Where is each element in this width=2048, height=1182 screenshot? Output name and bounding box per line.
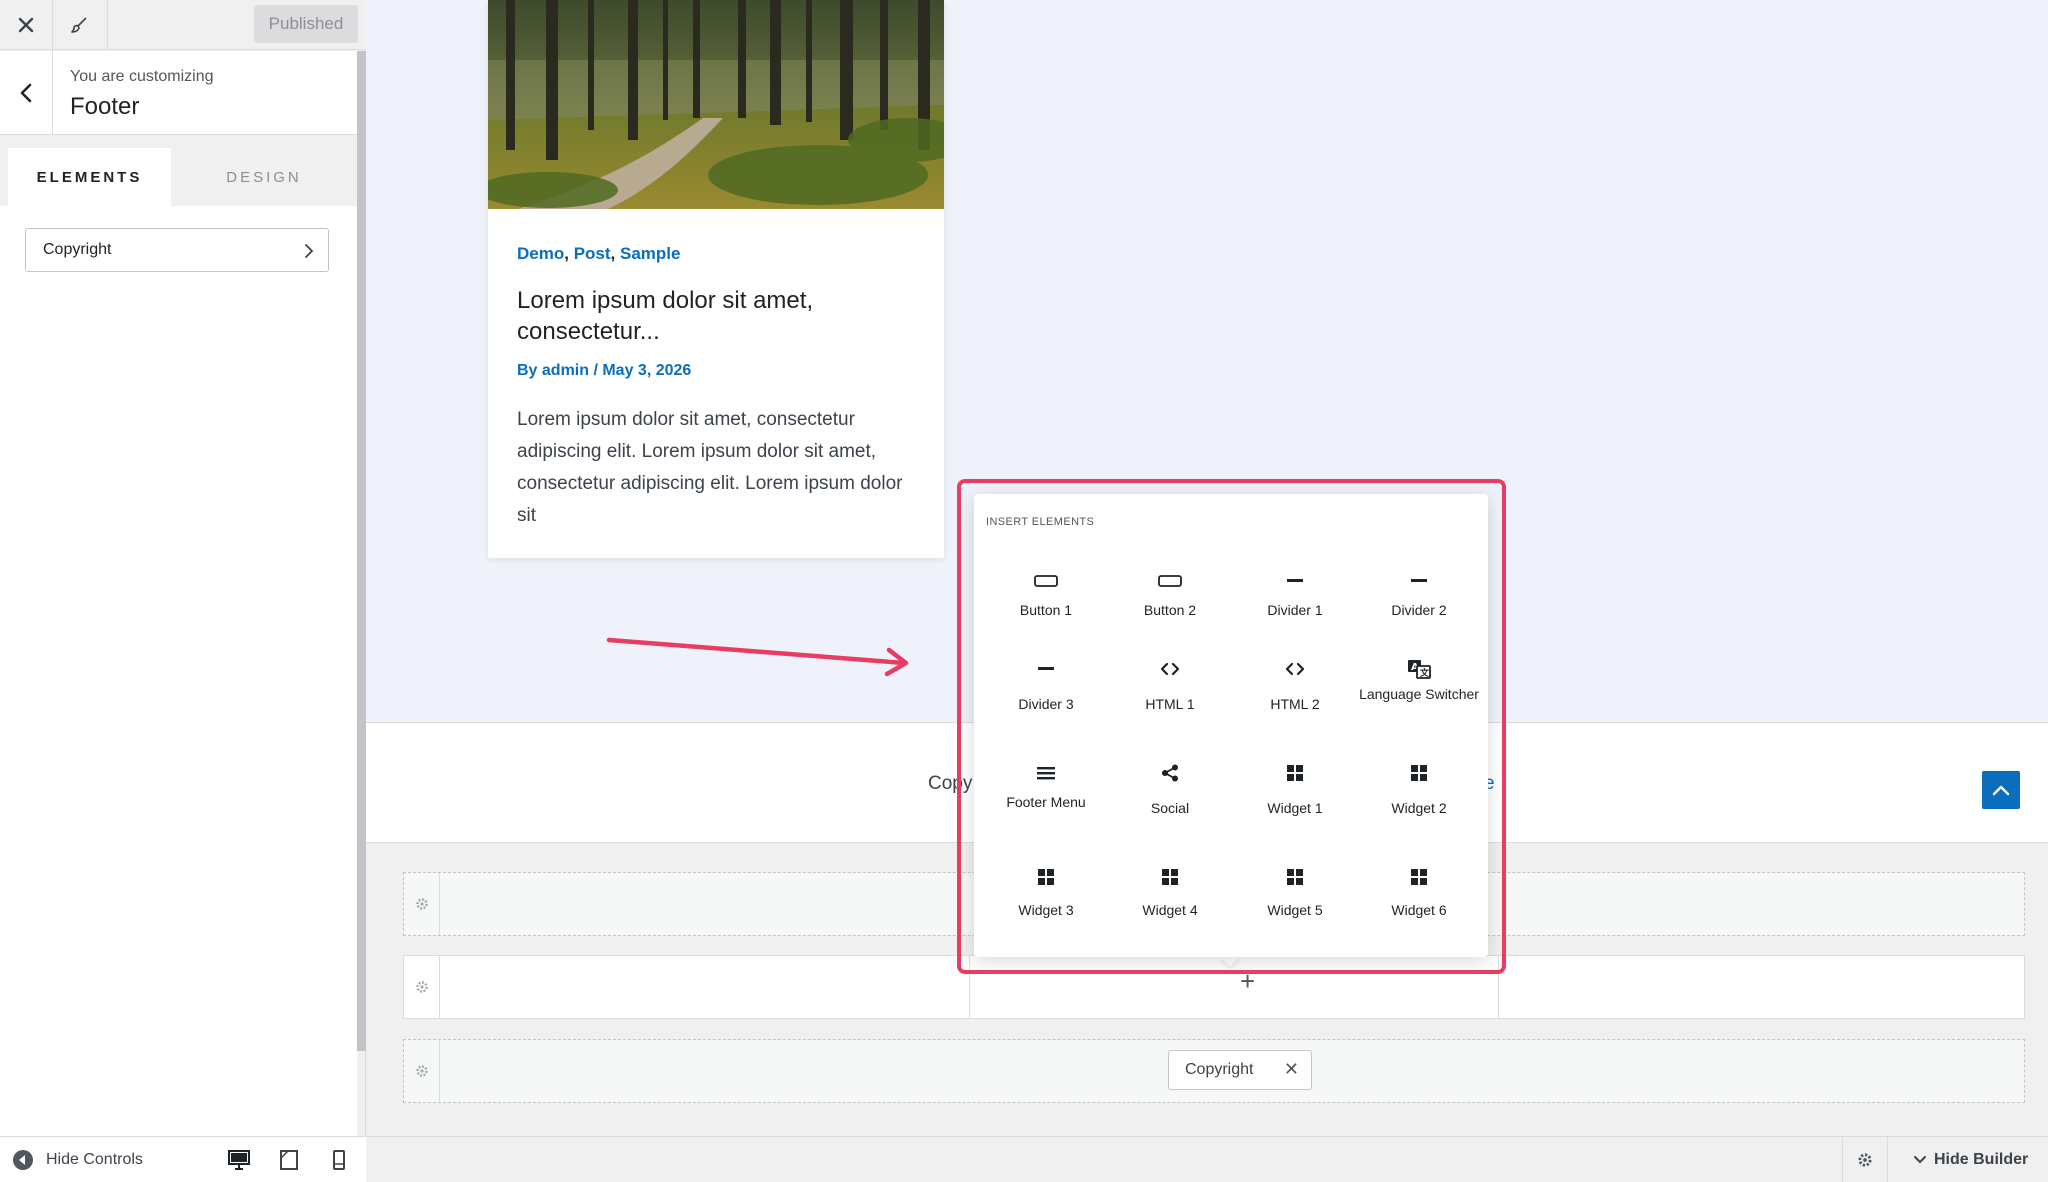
highlight-frame xyxy=(957,479,1506,974)
customizing-label: You are customizing xyxy=(70,68,214,85)
mobile-preview-button[interactable] xyxy=(326,1147,352,1173)
chevron-up-icon xyxy=(1992,785,2010,796)
category-link[interactable]: Sample xyxy=(620,244,680,263)
desktop-icon xyxy=(228,1150,250,1170)
gear-icon xyxy=(415,898,428,910)
forest-image xyxy=(488,0,944,209)
scroll-to-top-button[interactable] xyxy=(1982,771,2020,809)
back-button[interactable] xyxy=(0,51,53,135)
sidebar-topbar: Published xyxy=(0,0,366,50)
gear-icon xyxy=(415,981,428,993)
section-title: Footer xyxy=(70,93,140,120)
chevron-left-icon xyxy=(20,83,32,103)
post-title[interactable]: Lorem ipsum dolor sit amet, consectetur.… xyxy=(517,285,917,347)
post-categories: Demo, Post, Sample xyxy=(517,244,681,263)
hide-builder-button[interactable]: Hide Builder xyxy=(1914,1151,2028,1169)
chevron-right-icon xyxy=(305,244,313,258)
builder-bottom-bar: Hide Builder xyxy=(366,1136,2048,1182)
chevron-down-icon xyxy=(1914,1156,1926,1164)
sidebar-scrollbar[interactable] xyxy=(357,51,366,1051)
customizer-sidebar: Published You are customizing Footer ELE… xyxy=(0,0,366,1182)
sidebar-item-label: Copyright xyxy=(43,241,112,258)
post-card: Demo, Post, Sample Lorem ipsum dolor sit… xyxy=(488,0,944,558)
desktop-preview-button[interactable] xyxy=(226,1147,252,1173)
sidebar-footer: Hide Controls xyxy=(0,1136,366,1182)
customize-brush-button[interactable] xyxy=(53,0,108,50)
remove-element-icon[interactable]: ✕ xyxy=(1284,1059,1299,1080)
close-button[interactable] xyxy=(0,0,53,50)
row-settings-button[interactable] xyxy=(404,1040,440,1102)
gear-icon xyxy=(1858,1153,1872,1167)
chip-label: Copyright xyxy=(1185,1061,1254,1078)
collapse-arrow-icon xyxy=(13,1150,33,1170)
sidebar-item-copyright[interactable]: Copyright xyxy=(25,228,329,272)
tablet-preview-button[interactable] xyxy=(276,1147,302,1173)
tab-design[interactable]: DESIGN xyxy=(171,148,357,206)
hide-builder-label: Hide Builder xyxy=(1934,1151,2029,1168)
mobile-icon xyxy=(333,1150,345,1170)
elements-panel: Copyright xyxy=(0,206,357,1136)
builder-row-bottom[interactable]: Copyright ✕ xyxy=(403,1039,2025,1103)
hide-controls-label: Hide Controls xyxy=(46,1151,143,1168)
published-button[interactable]: Published xyxy=(254,5,358,43)
sidebar-tabs: ELEMENTS DESIGN xyxy=(8,148,357,206)
section-header: You are customizing Footer xyxy=(0,51,357,135)
hide-controls-button[interactable]: Hide Controls xyxy=(12,1149,143,1171)
tab-elements[interactable]: ELEMENTS xyxy=(8,148,171,206)
row-settings-button[interactable] xyxy=(404,873,440,935)
category-link[interactable]: Post xyxy=(574,244,611,263)
builder-settings-button[interactable] xyxy=(1842,1137,1888,1182)
tablet-icon xyxy=(280,1150,298,1170)
category-link[interactable]: Demo xyxy=(517,244,564,263)
copyright-element-chip[interactable]: Copyright ✕ xyxy=(1168,1050,1312,1090)
post-featured-image[interactable] xyxy=(488,0,944,209)
post-excerpt: Lorem ipsum dolor sit amet, consectetur … xyxy=(517,409,903,526)
brush-icon xyxy=(71,17,87,33)
row-settings-button[interactable] xyxy=(404,956,440,1018)
gear-icon xyxy=(415,1065,428,1077)
close-icon xyxy=(18,17,34,33)
post-meta[interactable]: By admin / May 3, 2026 xyxy=(517,362,691,380)
annotation-arrow xyxy=(606,637,909,677)
